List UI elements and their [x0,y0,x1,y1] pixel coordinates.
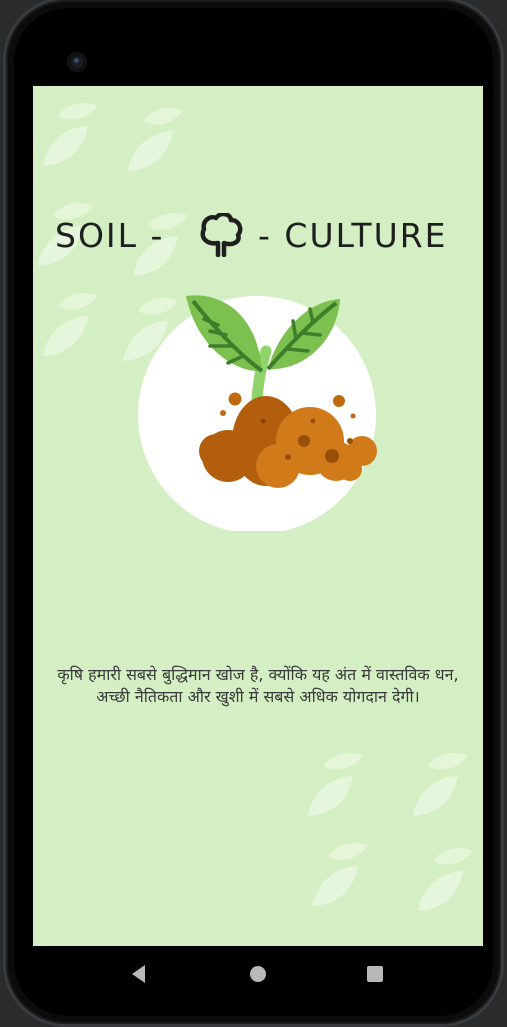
back-triangle-icon[interactable] [127,962,151,986]
logo-text-right: - CULTURE [258,216,448,255]
recents-square-icon[interactable] [363,962,387,986]
splash-screen: SOIL - - CULTURE कृषि हमारी सबसे बुद्धिम… [33,86,483,946]
sprout-in-soil-icon [138,295,377,531]
tree-outline-icon [200,213,243,257]
front-camera [67,52,87,72]
android-nav-bar [33,946,483,1004]
home-circle-icon[interactable] [246,962,270,986]
app-logo: SOIL - - CULTURE [33,211,483,261]
agriculture-quote: कृषि हमारी सबसे बुद्धिमान खोज है, क्योंक… [57,665,459,706]
logo-text-left: SOIL - [55,216,165,255]
